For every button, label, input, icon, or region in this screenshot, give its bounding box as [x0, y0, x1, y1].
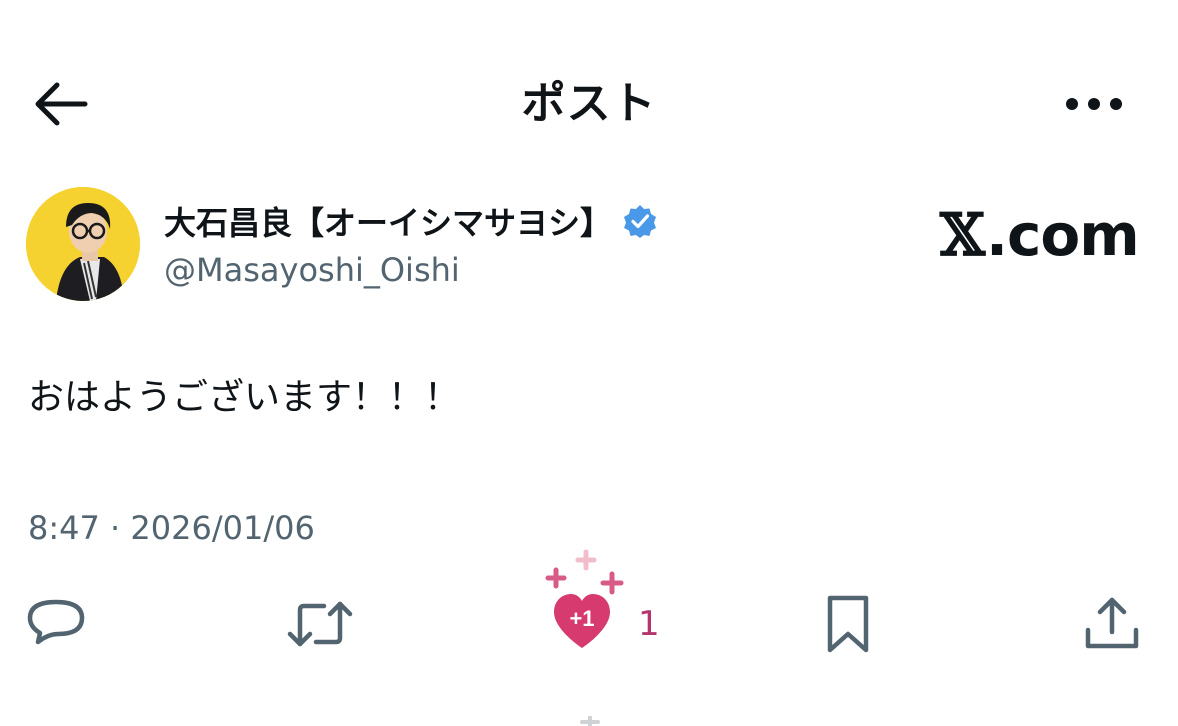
sparkle-icon: [580, 716, 600, 726]
ellipsis-icon: [1066, 98, 1122, 110]
avatar-image: [26, 187, 140, 301]
share-icon: [1085, 597, 1139, 649]
like-button[interactable]: +1 1: [540, 548, 660, 658]
like-count: 1: [638, 604, 660, 644]
site-logo: 𝕏 .com: [940, 198, 1140, 272]
site-logo-text: .com: [986, 201, 1140, 269]
reply-button[interactable]: [26, 592, 86, 656]
reply-icon: [27, 599, 85, 645]
page-title: ポスト: [521, 78, 657, 129]
repost-icon: [287, 601, 353, 647]
author-name-row[interactable]: 大石昌良【オーイシマサヨシ】: [164, 198, 658, 244]
bookmark-icon: [827, 595, 869, 653]
heart-plus-one-icon: +1: [545, 549, 624, 648]
like-badge-text: +1: [569, 606, 594, 631]
bookmark-button[interactable]: [822, 592, 874, 656]
repost-button[interactable]: [286, 592, 354, 656]
author-handle[interactable]: @Masayoshi_Oishi: [164, 248, 460, 292]
x-logo-icon: 𝕏: [940, 201, 985, 269]
post-timestamp[interactable]: 8:47 · 2026/01/06: [28, 506, 315, 550]
share-button[interactable]: [1082, 592, 1142, 656]
author-display-name: 大石昌良【オーイシマサヨシ】: [164, 204, 613, 242]
verified-badge-icon: [624, 205, 657, 238]
avatar[interactable]: [26, 187, 140, 301]
more-options-button[interactable]: [1058, 72, 1130, 136]
post-text: おはようございます！！！: [28, 377, 461, 418]
